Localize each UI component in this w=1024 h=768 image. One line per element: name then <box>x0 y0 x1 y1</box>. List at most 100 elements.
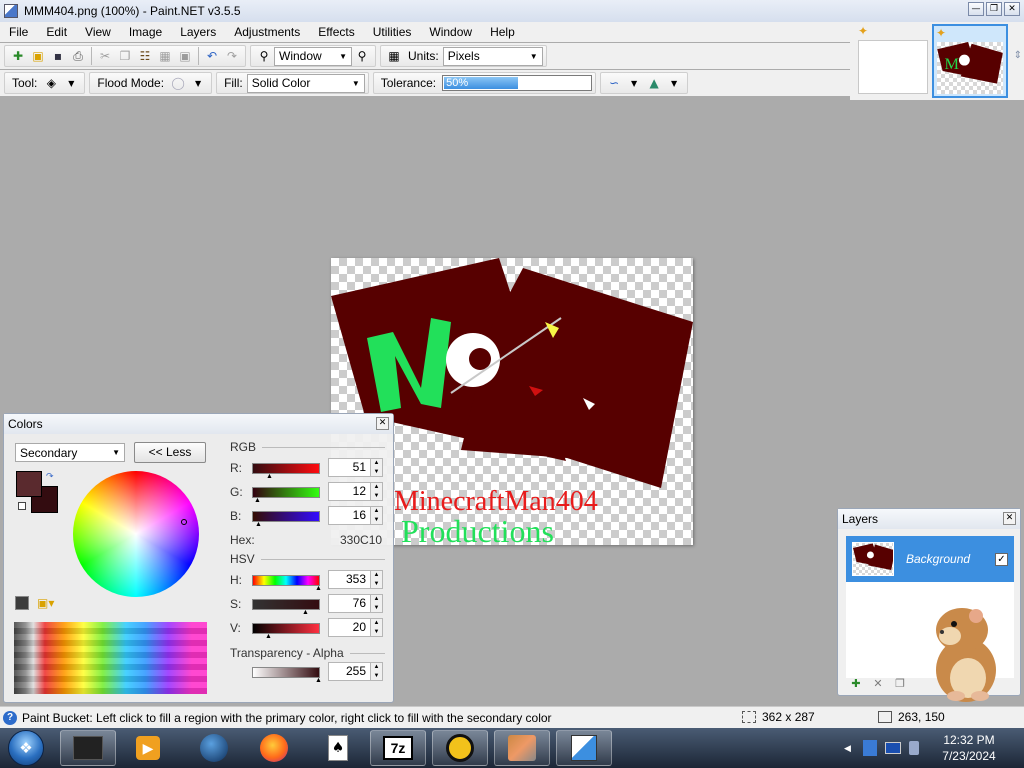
hue-spinner[interactable]: ▲ ▼ <box>370 570 383 589</box>
hue-input[interactable]: 353 <box>328 570 371 589</box>
maximize-button[interactable]: ❐ <box>986 2 1002 16</box>
close-button[interactable]: ✕ <box>1004 2 1020 16</box>
taskbar-app-media-player[interactable]: ▶ <box>120 730 176 766</box>
chevron-down-icon[interactable]: ▼ <box>666 75 682 91</box>
grid-icon[interactable]: ▦ <box>386 48 402 64</box>
network-icon[interactable] <box>862 740 877 756</box>
saturation-spinner[interactable]: ▲ ▼ <box>370 594 383 613</box>
antialiasing-icon[interactable]: ∽ <box>606 75 622 91</box>
taskbar-app-terminal[interactable] <box>60 730 116 766</box>
menu-view[interactable]: View <box>76 25 120 39</box>
selection-size-icon <box>742 711 756 723</box>
delete-layer-icon[interactable]: ✕ <box>870 675 886 691</box>
image-tab-active[interactable]: ✦ M <box>932 24 1008 98</box>
color-palette[interactable] <box>14 622 207 694</box>
cut-icon[interactable]: ✂ <box>97 48 113 64</box>
blue-spinner[interactable]: ▲ ▼ <box>370 506 383 525</box>
green-spinner[interactable]: ▲ ▼ <box>370 482 383 501</box>
less-button[interactable]: << Less <box>134 442 206 463</box>
menu-file[interactable]: File <box>0 25 37 39</box>
fill-select[interactable]: Solid Color ▼ <box>246 73 365 93</box>
save-icon[interactable]: ▪ <box>50 48 66 64</box>
taskbar-app-browser[interactable] <box>186 730 242 766</box>
open-folder-icon[interactable]: ▣ <box>30 48 46 64</box>
taskbar-app-tools[interactable] <box>494 730 550 766</box>
print-icon[interactable]: ⎙ <box>70 48 86 64</box>
caption-line-2: Productions <box>401 513 554 545</box>
primary-color-swatch[interactable] <box>16 471 42 497</box>
layer-item-background[interactable]: Background ✓ <box>846 536 1014 582</box>
paste-icon[interactable]: ☷ <box>137 48 153 64</box>
alpha-input[interactable]: 255 <box>328 662 371 681</box>
image-tab-blank[interactable] <box>858 40 928 94</box>
red-slider[interactable] <box>252 463 320 474</box>
color-target-select[interactable]: Secondary ▼ <box>15 443 125 462</box>
color-wheel[interactable] <box>73 471 199 597</box>
hex-input[interactable]: 330C10 <box>340 533 382 547</box>
palette-menu-icon[interactable]: ▣▾ <box>37 596 54 610</box>
value-spinner[interactable]: ▲ ▼ <box>370 618 383 637</box>
scroll-arrows-icon[interactable]: ⇕ <box>1014 50 1022 61</box>
zoom-select[interactable]: Window ▼ <box>274 46 352 66</box>
redo-icon[interactable]: ↷ <box>224 48 240 64</box>
red-input[interactable]: 51 <box>328 458 371 477</box>
tolerance-label: Tolerance: <box>380 76 437 90</box>
green-slider[interactable] <box>252 487 320 498</box>
volume-icon[interactable] <box>908 741 919 755</box>
deselect-icon[interactable]: ▣ <box>177 48 193 64</box>
copy-icon[interactable]: ❐ <box>117 48 133 64</box>
menu-layers[interactable]: Layers <box>171 25 225 39</box>
zoom-in-icon[interactable]: ⚲ <box>354 48 370 64</box>
tolerance-slider[interactable]: 50% <box>442 75 593 91</box>
display-icon[interactable] <box>884 742 901 754</box>
minimize-button[interactable]: — <box>968 2 984 16</box>
value-slider[interactable] <box>252 623 320 634</box>
chevron-down-icon[interactable]: ▼ <box>63 75 79 91</box>
reset-colors-icon[interactable] <box>18 502 26 510</box>
zoom-out-icon[interactable]: ⚲ <box>256 48 272 64</box>
saturation-input[interactable]: 76 <box>328 594 371 613</box>
green-input[interactable]: 12 <box>328 482 371 501</box>
paint-bucket-icon[interactable]: ◈ <box>43 75 59 91</box>
crop-icon[interactable]: ▦ <box>157 48 173 64</box>
menu-edit[interactable]: Edit <box>37 25 76 39</box>
undo-icon[interactable]: ↶ <box>204 48 220 64</box>
duplicate-layer-icon[interactable]: ❐ <box>892 675 908 691</box>
menu-adjustments[interactable]: Adjustments <box>225 25 309 39</box>
taskbar-app-solitaire[interactable]: ♠ <box>310 730 366 766</box>
taskbar-clock[interactable]: 12:32 PM 7/23/2024 <box>936 732 1002 764</box>
menu-utilities[interactable]: Utilities <box>364 25 421 39</box>
taskbar-app-update[interactable] <box>432 730 488 766</box>
new-file-icon[interactable]: ✚ <box>10 48 26 64</box>
add-layer-icon[interactable]: ✚ <box>848 675 864 691</box>
saturation-slider[interactable] <box>252 599 320 610</box>
blue-slider[interactable] <box>252 511 320 522</box>
menu-effects[interactable]: Effects <box>309 25 363 39</box>
tray-expand-icon[interactable]: ◀ <box>844 743 851 754</box>
taskbar-app-paintdotnet[interactable] <box>556 730 612 766</box>
menu-image[interactable]: Image <box>120 25 171 39</box>
add-to-palette-icon[interactable] <box>15 596 29 610</box>
red-spinner[interactable]: ▲ ▼ <box>370 458 383 477</box>
alpha-spinner[interactable]: ▲ ▼ <box>370 662 383 681</box>
hue-slider[interactable] <box>252 575 320 586</box>
layer-name: Background <box>906 552 971 566</box>
tolerance-value: 50% <box>446 77 469 89</box>
taskbar-app-firefox[interactable] <box>246 730 302 766</box>
layer-visibility-checkbox[interactable]: ✓ <box>995 552 1008 566</box>
swap-colors-icon[interactable]: ↷ <box>46 471 54 482</box>
taskbar-app-7zip[interactable]: 7z <box>370 730 426 766</box>
chevron-down-icon[interactable]: ▼ <box>626 75 642 91</box>
blue-input[interactable]: 16 <box>328 506 371 525</box>
menu-help[interactable]: Help <box>481 25 524 39</box>
close-icon[interactable]: ✕ <box>1003 512 1016 525</box>
value-input[interactable]: 20 <box>328 618 371 637</box>
lightbulb-icon[interactable]: ◯ <box>170 75 186 91</box>
start-button[interactable]: ❖ <box>8 730 44 766</box>
units-select[interactable]: Pixels ▼ <box>442 46 543 66</box>
alpha-blending-icon[interactable]: ▲ <box>646 75 662 91</box>
menu-window[interactable]: Window <box>420 25 481 39</box>
chevron-down-icon[interactable]: ▼ <box>190 75 206 91</box>
alpha-slider[interactable] <box>252 667 320 678</box>
close-icon[interactable]: ✕ <box>376 417 389 430</box>
